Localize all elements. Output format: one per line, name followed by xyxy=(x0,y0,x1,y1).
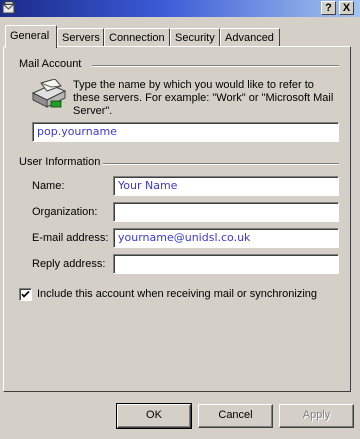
tab-general[interactable]: General xyxy=(5,25,57,48)
include-account-label[interactable]: Include this account when receiving mail… xyxy=(37,288,317,300)
mail-account-description: Type the name by which you would like to… xyxy=(73,79,334,117)
name-field[interactable]: Your Name xyxy=(113,176,339,196)
email-label: E-mail address: xyxy=(32,232,109,244)
mail-server-icon xyxy=(31,79,67,108)
user-info-group-label: User Information xyxy=(19,156,104,168)
tab-connection[interactable]: Connection xyxy=(104,28,170,47)
include-account-checkbox[interactable] xyxy=(19,288,32,301)
user-info-divider xyxy=(102,163,339,165)
mail-account-divider xyxy=(92,65,339,67)
account-name-field[interactable]: pop.yourname xyxy=(32,122,339,142)
reply-address-field[interactable] xyxy=(113,254,339,274)
ok-button[interactable]: OK xyxy=(116,403,192,429)
title-bar[interactable] xyxy=(0,0,360,17)
checkmark-icon xyxy=(21,290,30,298)
name-label: Name: xyxy=(32,180,65,192)
help-button[interactable]: ? xyxy=(321,1,336,15)
mail-account-group-label: Mail Account xyxy=(19,58,85,70)
tab-security[interactable]: Security xyxy=(170,28,220,47)
tab-advanced[interactable]: Advanced xyxy=(220,28,280,47)
apply-button[interactable]: Apply xyxy=(279,404,354,428)
organization-field[interactable] xyxy=(113,202,339,222)
email-field[interactable]: yourname@unidsl.co.uk xyxy=(113,228,339,248)
close-button[interactable]: X xyxy=(339,1,354,15)
mail-account-icon xyxy=(2,1,15,14)
cancel-button[interactable]: Cancel xyxy=(198,404,273,428)
reply-address-label: Reply address: xyxy=(32,258,106,270)
tab-servers[interactable]: Servers xyxy=(57,28,104,47)
organization-label: Organization: xyxy=(32,206,98,218)
